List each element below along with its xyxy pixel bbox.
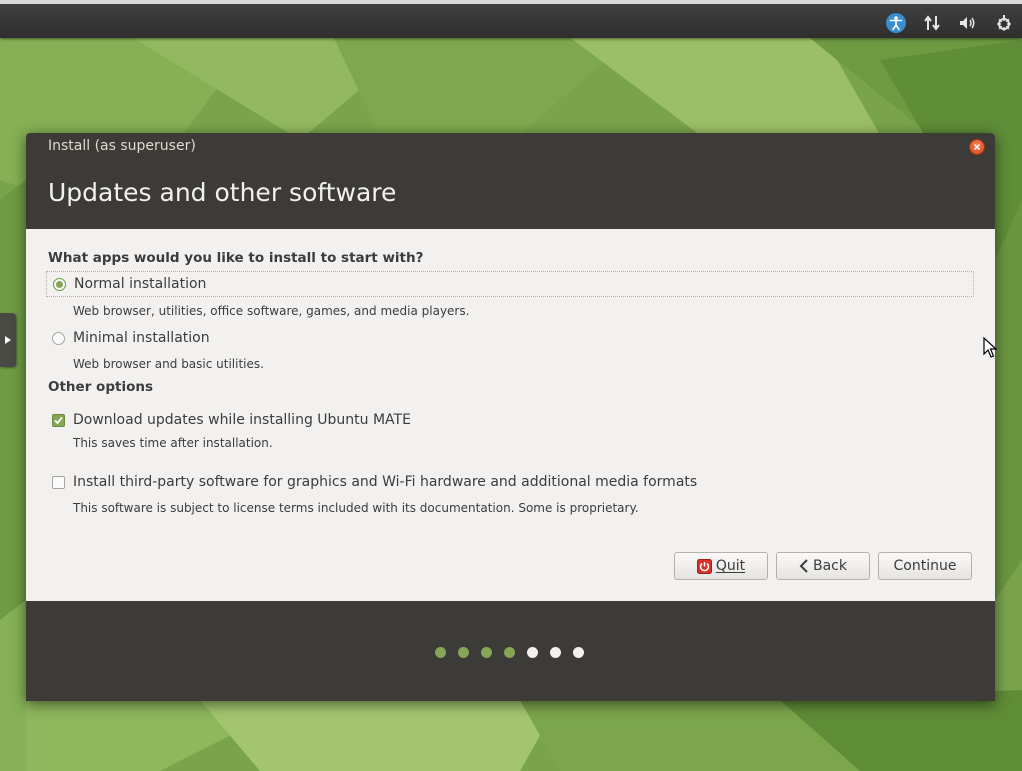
download-updates-label: Download updates while installing Ubuntu… xyxy=(73,412,411,428)
install-question: What apps would you like to install to s… xyxy=(48,250,424,266)
window-footer xyxy=(26,601,995,701)
system-tray xyxy=(878,8,1022,38)
third-party-software-description: This software is subject to license term… xyxy=(73,501,639,515)
other-options-label: Other options xyxy=(48,379,153,395)
progress-step-dot xyxy=(527,647,538,658)
settings-icon[interactable] xyxy=(986,8,1022,38)
mouse-cursor-icon xyxy=(983,337,997,358)
accessibility-icon[interactable] xyxy=(878,8,914,38)
continue-button[interactable]: Continue xyxy=(878,552,972,580)
progress-step-dot xyxy=(550,647,561,658)
progress-step-dot xyxy=(435,647,446,658)
page-heading: Updates and other software xyxy=(48,178,397,207)
download-updates-checkbox-row[interactable]: Download updates while installing Ubuntu… xyxy=(46,407,411,433)
download-updates-checkbox[interactable] xyxy=(52,413,65,427)
window-body: What apps would you like to install to s… xyxy=(26,229,995,601)
back-button[interactable]: Back xyxy=(776,552,870,580)
continue-button-label: Continue xyxy=(893,558,957,574)
minimal-installation-description: Web browser and basic utilities. xyxy=(73,357,264,371)
quit-button-label: Quit xyxy=(715,558,746,574)
close-icon xyxy=(973,143,981,151)
normal-installation-description: Web browser, utilities, office software,… xyxy=(73,304,470,318)
window-title: Install (as superuser) xyxy=(48,138,196,154)
progress-step-dot xyxy=(481,647,492,658)
network-icon[interactable] xyxy=(914,8,950,38)
side-launcher-tab[interactable] xyxy=(0,313,16,367)
third-party-software-checkbox-row[interactable]: Install third-party software for graphic… xyxy=(46,469,697,495)
download-updates-description: This saves time after installation. xyxy=(73,436,273,450)
progress-step-dot xyxy=(573,647,584,658)
minimal-installation-label: Minimal installation xyxy=(73,330,210,346)
minimal-installation-radio[interactable] xyxy=(52,331,65,345)
progress-steps xyxy=(435,647,596,658)
third-party-software-checkbox[interactable] xyxy=(52,475,65,489)
progress-step-dot xyxy=(504,647,515,658)
quit-button[interactable]: Quit xyxy=(674,552,768,580)
minimal-installation-radio-row[interactable]: Minimal installation xyxy=(46,325,210,351)
volume-icon[interactable] xyxy=(950,8,986,38)
top-panel xyxy=(0,0,1022,38)
normal-installation-radio-row[interactable]: Normal installation xyxy=(46,271,974,297)
check-icon xyxy=(54,416,63,424)
normal-installation-radio[interactable] xyxy=(53,277,66,291)
chevron-right-icon xyxy=(5,336,11,344)
installer-window: Install (as superuser) Updates and other… xyxy=(26,133,995,701)
back-button-label: Back xyxy=(813,558,847,574)
close-button[interactable] xyxy=(969,139,985,155)
third-party-software-label: Install third-party software for graphic… xyxy=(73,474,698,490)
progress-step-dot xyxy=(458,647,469,658)
normal-installation-label: Normal installation xyxy=(74,276,207,292)
power-icon xyxy=(696,558,712,574)
window-header: Install (as superuser) Updates and other… xyxy=(26,133,995,229)
chevron-left-icon xyxy=(799,559,809,573)
